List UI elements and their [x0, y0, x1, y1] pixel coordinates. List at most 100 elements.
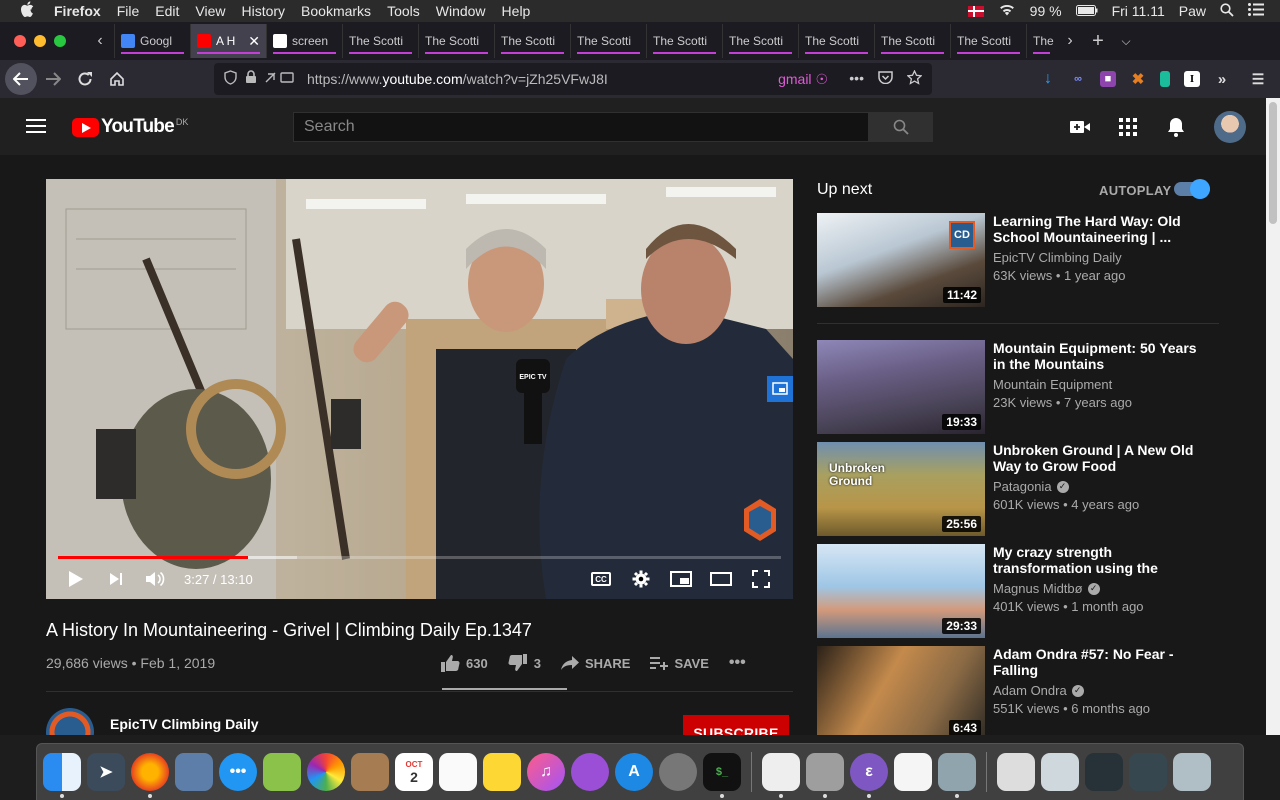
downloads-stack-icon[interactable] — [997, 753, 1035, 791]
battery-icon[interactable] — [1075, 3, 1098, 19]
extension-cube-icon[interactable]: ■ — [1100, 71, 1116, 87]
gmail-extension-label[interactable]: gmail ☉ — [778, 71, 828, 88]
database-icon[interactable] — [806, 753, 844, 798]
browser-tab[interactable]: The — [1026, 24, 1056, 58]
list-all-tabs-icon[interactable]: ⌵ — [1112, 34, 1140, 49]
app-store-icon[interactable]: A — [615, 753, 653, 791]
finder-icon[interactable] — [43, 753, 81, 798]
user-name[interactable]: Paw — [1179, 3, 1206, 19]
dislike-button[interactable]: 3 — [508, 654, 541, 672]
emacs-icon[interactable]: ε — [850, 753, 888, 798]
recommendation-channel[interactable]: EpicTV Climbing Daily — [993, 250, 1122, 265]
screen-recording-icon[interactable] — [1129, 753, 1167, 791]
recommendation-thumbnail[interactable]: Unbroken Ground 25:56 — [817, 442, 985, 536]
recommendation-title[interactable]: Unbroken Ground | A New Old Way to Grow … — [993, 442, 1198, 474]
browser-tab[interactable]: The Scotti — [570, 24, 646, 58]
back-button[interactable] — [5, 63, 37, 95]
settings-button[interactable] — [621, 563, 661, 595]
browser-tab[interactable]: The Scotti — [950, 24, 1026, 58]
video-player[interactable]: EPIC TV 3:27 / 13:10 CC — [46, 179, 793, 599]
guide-menu-icon[interactable] — [26, 119, 46, 133]
subtitles-button[interactable]: CC — [581, 563, 621, 595]
recommendation-channel[interactable]: Patagonia ✓ — [993, 479, 1069, 494]
trash-icon[interactable] — [1173, 753, 1211, 791]
recommendation-thumbnail[interactable]: CD 11:42 — [817, 213, 985, 307]
reminders-icon[interactable] — [439, 753, 477, 791]
menu-window[interactable]: Window — [436, 3, 486, 19]
menu-file[interactable]: File — [117, 3, 140, 19]
share-button[interactable]: SHARE — [560, 656, 630, 671]
autoplay-toggle[interactable] — [1174, 179, 1210, 199]
recommendation-title[interactable]: Learning The Hard Way: Old School Mounta… — [993, 213, 1198, 245]
extension-i-icon[interactable]: I — [1184, 71, 1200, 87]
recommendation-item[interactable]: Unbroken Ground 25:56 Unbroken Ground | A … — [817, 442, 1217, 536]
recommendation-thumbnail[interactable]: 19:33 — [817, 340, 985, 434]
scrollbar-thumb[interactable] — [1269, 102, 1277, 224]
tab-scroll-right-icon[interactable]: › — [1056, 32, 1084, 50]
extension-link-icon[interactable]: ∞ — [1070, 71, 1086, 87]
firefox-icon[interactable] — [131, 753, 169, 798]
notifications-bell-icon[interactable] — [1166, 117, 1186, 137]
menu-app-name[interactable]: Firefox — [54, 3, 101, 19]
notes-icon[interactable] — [483, 753, 521, 791]
recommendation-channel[interactable]: Adam Ondra ✓ — [993, 683, 1084, 698]
new-tab-icon[interactable]: + — [1084, 30, 1112, 53]
like-button[interactable]: 630 — [440, 654, 488, 672]
apple-icon[interactable] — [20, 1, 38, 21]
maps-icon[interactable] — [263, 753, 301, 791]
fullscreen-button[interactable] — [741, 563, 781, 595]
channel-name[interactable]: EpicTV Climbing Daily — [110, 716, 259, 732]
tracking-protection-icon[interactable] — [224, 70, 237, 88]
photos-icon[interactable] — [307, 753, 345, 791]
preview-bird-icon[interactable] — [175, 753, 213, 791]
browser-tab[interactable]: The Scotti — [874, 24, 950, 58]
recommendation-channel[interactable]: Mountain Equipment — [993, 377, 1112, 392]
preview-icon[interactable] — [938, 753, 976, 798]
recommendation-item[interactable]: 29:33 My crazy strength transformation us… — [817, 544, 1217, 638]
pocket-icon[interactable] — [878, 70, 893, 88]
browser-tab[interactable]: The Scotti — [798, 24, 874, 58]
notification-center-icon[interactable] — [1248, 3, 1264, 19]
page-scrollbar[interactable] — [1266, 98, 1280, 735]
calendar-icon[interactable]: OCT 2 — [395, 753, 433, 791]
miniplayer-button[interactable] — [661, 563, 701, 595]
mute-button[interactable] — [136, 563, 176, 595]
menu-bookmarks[interactable]: Bookmarks — [301, 3, 371, 19]
downloads-icon[interactable]: ↓ — [1040, 70, 1056, 87]
zoom-window-button[interactable] — [54, 35, 66, 47]
podcasts-icon[interactable] — [571, 753, 609, 791]
music-icon[interactable]: ♫ — [527, 753, 565, 791]
minimize-window-button[interactable] — [34, 35, 46, 47]
browser-tab[interactable]: The Scotti — [646, 24, 722, 58]
system-preferences-gear-icon[interactable] — [659, 753, 697, 791]
recommendation-title[interactable]: Mountain Equipment: 50 Years in the Moun… — [993, 340, 1198, 372]
lock-icon[interactable] — [245, 70, 257, 88]
extension-bottle-icon[interactable] — [1160, 71, 1170, 87]
menu-tools[interactable]: Tools — [387, 3, 420, 19]
browser-tab[interactable]: The Scotti — [418, 24, 494, 58]
url-text[interactable]: https://www.youtube.com/watch?v=jZh25VFw… — [307, 71, 608, 87]
create-video-icon[interactable] — [1070, 117, 1090, 137]
recommendation-channel[interactable]: Magnus Midtbø ✓ — [993, 581, 1100, 596]
menu-view[interactable]: View — [195, 3, 225, 19]
page-actions-menu-icon[interactable]: ••• — [849, 70, 864, 88]
browser-tab[interactable]: The Scotti — [722, 24, 798, 58]
theater-mode-button[interactable] — [701, 563, 741, 595]
cast-icon[interactable] — [767, 376, 793, 402]
recommendation-item[interactable]: 6:43 Adam Ondra #57: No Fear - Falling Ada… — [817, 646, 1217, 735]
open-menu-icon[interactable]: ☰ — [1250, 71, 1266, 87]
menu-history[interactable]: History — [241, 3, 285, 19]
url-bar[interactable]: https://www.youtube.com/watch?v=jZh25VFw… — [214, 63, 932, 95]
close-window-button[interactable] — [14, 35, 26, 47]
reload-button[interactable] — [69, 63, 101, 95]
danish-flag-icon[interactable] — [967, 5, 984, 17]
messages-icon[interactable]: ••• — [219, 753, 257, 791]
menu-help[interactable]: Help — [502, 3, 531, 19]
recommendation-title[interactable]: My crazy strength transformation using t… — [993, 544, 1198, 576]
recommendation-item[interactable]: CD 11:42 Learning The Hard Way: Old School… — [817, 213, 1217, 307]
home-button[interactable] — [101, 63, 133, 95]
screenshot-stack-icon-2[interactable] — [1085, 753, 1123, 791]
browser-tab[interactable]: The Scotti — [342, 24, 418, 58]
browser-tab[interactable]: Googl — [114, 24, 190, 58]
browser-tab[interactable]: The Scotti — [494, 24, 570, 58]
